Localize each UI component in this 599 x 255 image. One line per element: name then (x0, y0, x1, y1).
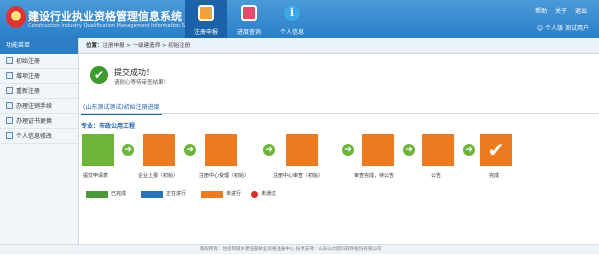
check-icon: ✔ (480, 134, 512, 166)
list-icon (6, 132, 13, 139)
system-subtitle: Construction Industry Qualification Mana… (28, 23, 201, 29)
tab-personal-info[interactable]: i 个人信息 (271, 0, 313, 38)
sidebar-item-re-registration[interactable]: 重新注册 (0, 84, 78, 99)
main-content: 位置：注册申报 > 一级建造师 > 初始注册 ✔ 提交成功！ 请耐心等待审查结果… (80, 38, 599, 244)
list-icon (6, 102, 13, 109)
footer: 版权所有：住房和城乡建设部执业资格注册中心 技术支持：山东山大鸥玛软件股份有限公… (0, 244, 599, 254)
arrow-right-icon: ➜ (122, 144, 134, 156)
arrow-right-icon: ➜ (342, 144, 354, 156)
help-link[interactable]: 帮助 (535, 8, 547, 15)
step-company-report (143, 134, 175, 166)
legend-failed-icon (251, 191, 258, 198)
sidebar-item-initial-registration[interactable]: 初始注册 (0, 54, 78, 69)
list-icon (6, 72, 13, 79)
arrow-right-icon: ➜ (403, 144, 415, 156)
user-name: 个人版 测试用户 (545, 25, 589, 32)
monitor-icon (241, 5, 257, 21)
step-label: 注册中心受理（初始） (199, 173, 250, 179)
step-complete: ✔ (480, 134, 512, 166)
breadcrumb-path: 注册申报 > 一级建造师 > 初始注册 (102, 43, 191, 49)
specialty-label: 专业：市政公用工程 (81, 123, 136, 130)
success-check-icon: ✔ (90, 66, 108, 84)
folder-upload-icon (143, 134, 175, 166)
national-emblem-icon (6, 6, 26, 28)
success-subtext: 请耐心等待审查结果！ (114, 80, 170, 86)
sidebar-item-cancellation[interactable]: 办理注销手续 (0, 99, 78, 114)
breadcrumb: 位置：注册申报 > 一级建造师 > 初始注册 (80, 38, 599, 54)
step-label: 注册中心审查（初始） (273, 173, 324, 179)
user-info[interactable]: ☺ 个人版 测试用户 (537, 23, 589, 32)
document-icon (198, 5, 214, 21)
sidebar: 功能菜单 初始注册 增项注册 重新注册 办理注销手续 办理证书更换 个人信息修改 (0, 38, 79, 244)
divider (80, 113, 599, 114)
edit-icon (6, 87, 13, 94)
tab-registration[interactable]: 注册申报 (185, 0, 227, 38)
gear-search-icon (205, 134, 237, 166)
step-label: 提交申请表 (83, 173, 109, 179)
step-center-accept (205, 134, 237, 166)
step-label: 企业上报（初始） (138, 173, 179, 179)
sidebar-item-add-registration[interactable]: 增项注册 (0, 69, 78, 84)
document-arrow-icon (82, 134, 114, 166)
sidebar-item-personal-info-edit[interactable]: 个人信息修改 (0, 129, 78, 144)
top-header: 建设行业执业资格管理信息系统 Construction Industry Qua… (0, 0, 599, 38)
step-review-complete (362, 134, 394, 166)
legend-swatch-done (86, 191, 108, 198)
sidebar-title: 功能菜单 (0, 38, 78, 54)
step-label: 完成 (489, 173, 500, 179)
arrow-right-icon: ➜ (184, 144, 196, 156)
tab-progress-query[interactable]: 进度查询 (228, 0, 270, 38)
arrow-right-icon: ➜ (263, 144, 275, 156)
logout-link[interactable]: 退出 (575, 8, 587, 15)
printer-icon (362, 134, 394, 166)
list-icon (6, 57, 13, 64)
legend-swatch-not-started (201, 191, 223, 198)
list-icon (6, 117, 13, 124)
step-center-review (286, 134, 318, 166)
success-title: 提交成功！ (114, 68, 154, 77)
step-label: 公告 (431, 173, 442, 179)
folder-icon (422, 134, 454, 166)
step-announcement (422, 134, 454, 166)
sidebar-item-certificate-replacement[interactable]: 办理证书更换 (0, 114, 78, 129)
legend-swatch-in-progress (141, 191, 163, 198)
system-title: 建设行业执业资格管理信息系统 (28, 10, 182, 23)
top-links: 帮助 关于 退出 (529, 6, 587, 15)
user-icon: ☺ (536, 25, 544, 32)
info-icon: i (284, 5, 300, 21)
gear-review-icon (286, 134, 318, 166)
arrow-right-icon: ➜ (463, 144, 475, 156)
about-link[interactable]: 关于 (555, 8, 567, 15)
step-submit-application (82, 134, 114, 166)
step-label: 审查完成，待公告 (354, 173, 395, 179)
